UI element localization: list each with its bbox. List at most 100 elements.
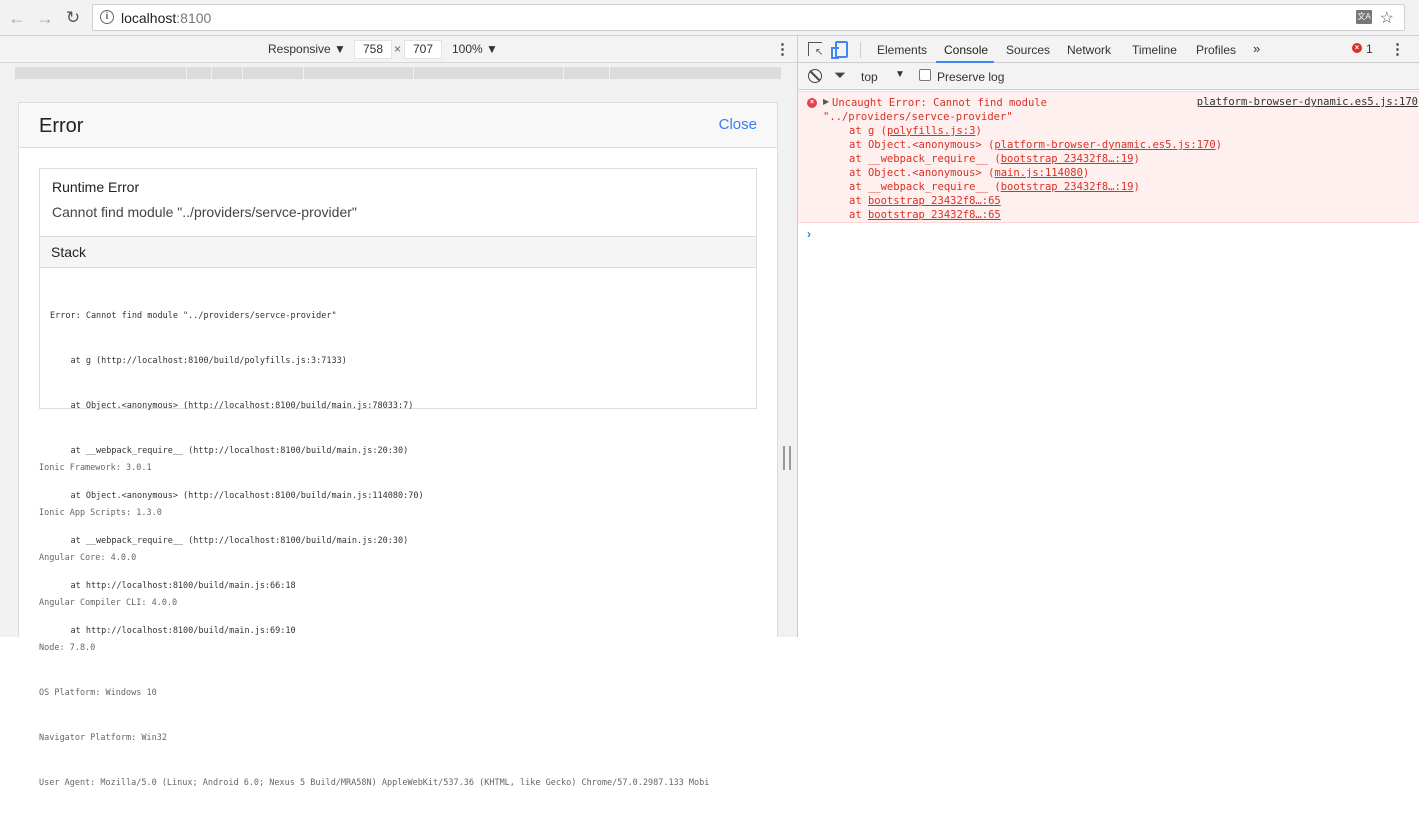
trace-suffix: ) [1133,181,1140,193]
trace-link[interactable]: bootstrap 23432f8…:19 [1001,181,1134,193]
env-line: Node: 7.8.0 [39,643,96,653]
url-host: localhost [121,10,177,26]
expand-triangle-icon[interactable]: ▶ [823,97,829,106]
device-toolbar: Responsive ▼ 758 × 707 100% ▼ ⋮ [0,36,797,63]
browser-omnibar: ← → ↻ i localhost:8100 文A ☆ [0,0,1419,36]
trace-prefix: at [849,195,868,207]
console-trace-line: at g (polyfills.js:3) [849,124,982,138]
trace-suffix: ) [1215,139,1222,151]
inspect-cursor-icon: ↖ [815,47,824,58]
console-trace-line: at Object.<anonymous> (main.js:114080) [849,166,1089,180]
console-trace-line: at bootstrap 23432f8…:65 [849,208,1001,222]
more-tabs-icon[interactable]: » [1253,41,1260,56]
trace-prefix: at g ( [849,125,887,137]
forward-arrow-icon[interactable]: → [34,7,56,29]
bookmark-star-icon[interactable]: ☆ [1380,8,1394,28]
back-arrow-icon[interactable]: ← [6,7,28,29]
ruler-segment[interactable] [15,67,187,79]
trace-prefix: at __webpack_require__ ( [849,181,1001,193]
reload-icon[interactable]: ↻ [62,7,84,29]
runtime-error-box: Runtime Error Cannot find module "../pro… [39,168,757,636]
info-icon[interactable]: i [100,10,114,24]
preserve-log-checkbox[interactable] [919,69,931,81]
console-error-line: "../providers/servce-provider" [823,111,1013,123]
ruler-segment[interactable] [187,67,212,79]
trace-link[interactable]: bootstrap 23432f8…:19 [1001,153,1134,165]
device-mode-pane: Responsive ▼ 758 × 707 100% ▼ ⋮ Error Cl… [0,36,797,788]
device-menu-icon[interactable]: ⋮ [775,40,790,58]
clear-console-icon[interactable] [808,69,822,83]
trace-link[interactable]: main.js:114080 [994,167,1083,179]
trace-prefix: at Object.<anonymous> ( [849,167,995,179]
trace-prefix: at Object.<anonymous> ( [849,139,995,151]
env-line: User Agent: Mozilla/5.0 (Linux; Android … [39,778,710,788]
env-line: Ionic App Scripts: 1.3.0 [39,508,162,518]
console-error-message: × ▶ platform-browser-dynamic.es5.js:170 … [798,91,1419,223]
device-mode-select[interactable]: Responsive ▼ [268,42,346,56]
translate-icon[interactable]: 文A [1356,10,1372,24]
preserve-log-label: Preserve log [937,70,1005,84]
device-toggle-icon[interactable] [831,41,848,59]
tab-timeline[interactable]: Timeline [1132,43,1177,57]
media-query-ruler [0,63,797,80]
environment-info: Ionic Framework: 3.0.1 Ionic App Scripts… [39,431,759,821]
tab-profiles[interactable]: Profiles [1196,43,1236,57]
viewport-resize-handle[interactable] [783,446,791,470]
error-icon: × [807,98,817,108]
env-line: Navigator Platform: Win32 [39,733,167,743]
trace-prefix: at __webpack_require__ ( [849,153,1001,165]
filter-icon[interactable]: ⏷ [834,68,846,83]
dimension-separator: × [394,42,402,56]
devtools-menu-icon[interactable]: ⋮ [1390,40,1405,58]
trace-suffix: ) [975,125,982,137]
url-port: :8100 [176,10,212,26]
url-text[interactable]: localhost:8100 [121,10,211,26]
error-modal-header: Error Close [19,103,777,148]
error-count-icon[interactable]: × [1352,43,1362,53]
trace-prefix: at [849,209,868,221]
devtools-tabbar: ↖ Elements Console Sources Network Timel… [798,36,1419,63]
trace-link[interactable]: bootstrap 23432f8…:65 [868,209,1001,221]
console-trace-line: at __webpack_require__ (bootstrap 23432f… [849,152,1140,166]
ruler-segment[interactable] [212,67,243,79]
tab-console[interactable]: Console [944,43,988,57]
env-line: Angular Compiler CLI: 4.0.0 [39,598,178,608]
close-button[interactable]: Close [719,116,757,133]
ruler-segment[interactable] [564,67,610,79]
console-trace-line: at Object.<anonymous> (platform-browser-… [849,138,1222,152]
zoom-label: 100% [452,42,483,56]
viewport-height-input[interactable]: 707 [404,40,442,59]
stack-line: Error: Cannot find module "../providers/… [50,311,337,321]
zoom-select[interactable]: 100% ▼ [452,42,498,56]
console-trace-line: at __webpack_require__ (bootstrap 23432f… [849,180,1140,194]
device-mode-label: Responsive [268,42,331,56]
stack-title: Stack [51,244,87,260]
tab-network[interactable]: Network [1067,43,1111,57]
env-line: Angular Core: 4.0.0 [39,553,137,563]
error-count[interactable]: 1 [1366,42,1373,56]
ruler-segment[interactable] [304,67,414,79]
address-bar[interactable]: i localhost:8100 文A ☆ [92,4,1405,31]
context-select[interactable]: top [861,70,878,84]
viewport-width-input[interactable]: 758 [354,40,392,59]
trace-link[interactable]: platform-browser-dynamic.es5.js:170 [994,139,1215,151]
trace-suffix: ) [1082,167,1090,179]
trace-link[interactable]: polyfills.js:3 [887,125,976,137]
tab-elements[interactable]: Elements [877,43,927,57]
chevron-down-icon[interactable]: ▼ [895,69,905,80]
error-title: Error [39,115,84,137]
toolbar-divider [860,42,861,58]
console-source-link[interactable]: platform-browser-dynamic.es5.js:170 [1197,96,1418,108]
console-prompt[interactable]: › [807,227,811,241]
tab-sources[interactable]: Sources [1006,43,1050,57]
trace-link[interactable]: bootstrap 23432f8…:65 [868,195,1001,207]
stack-header: Stack [40,236,756,268]
device-viewport: Error Close Runtime Error Cannot find mo… [18,102,778,788]
ruler-segment[interactable] [610,67,782,79]
ruler-segment[interactable] [243,67,304,79]
console-toolbar: ⏷ top ▼ Preserve log [798,63,1419,90]
ruler-segment[interactable] [414,67,564,79]
devtools-panel: ↖ Elements Console Sources Network Timel… [797,36,1419,637]
console-error-line: Uncaught Error: Cannot find module [832,97,1047,109]
console-trace-line: at bootstrap 23432f8…:65 [849,194,1001,208]
